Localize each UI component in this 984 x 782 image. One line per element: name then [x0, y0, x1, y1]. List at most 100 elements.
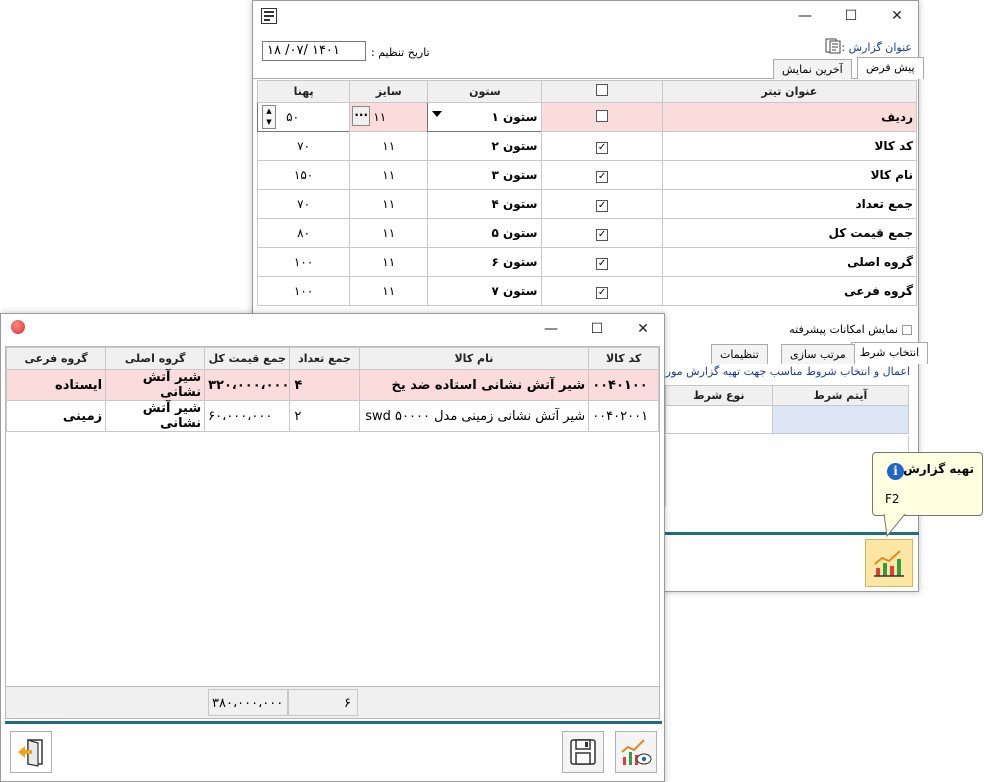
row-caption[interactable]: جمع تعداد [661, 189, 918, 219]
cell-total[interactable]: ۶۰،۰۰۰،۰۰۰ [204, 400, 291, 432]
row-check-cell[interactable]: ✓ [541, 131, 663, 161]
row-width-cell[interactable]: ۵۰ ▲ ▼ [256, 102, 351, 132]
condition-item-cell[interactable] [771, 405, 910, 434]
cell-qty[interactable]: ۲ [289, 400, 360, 432]
header-name[interactable]: نام کالا [358, 347, 590, 370]
row-visible-checkbox[interactable]: ✓ [596, 257, 609, 270]
cell-qty[interactable]: ۴ [289, 369, 360, 401]
tab-last-view[interactable]: آخرین نمایش [773, 59, 852, 79]
row-width-cell[interactable]: ۱۵۰ [256, 160, 351, 190]
cell-code[interactable]: ۰۰۴۰۱۰۰ [588, 369, 659, 401]
header-qty[interactable]: جمع تعداد [289, 347, 360, 370]
advanced-option[interactable]: نمایش امکانات پیشرفته [789, 323, 912, 336]
row-check-cell[interactable]: ✓ [541, 189, 663, 219]
tab-sorting[interactable]: مرتب سازی [781, 344, 855, 364]
row-column-cell[interactable]: ستون ۶ [427, 247, 543, 277]
row-check-cell[interactable]: ✓ [541, 247, 663, 277]
row-size-cell[interactable]: ۱۱ [349, 160, 429, 190]
row-check-cell[interactable]: ✓ [541, 160, 663, 190]
minimize-button[interactable]: — [528, 314, 574, 344]
tab-settings[interactable]: تنظیمات [711, 344, 768, 364]
header-sub-group[interactable]: گروه فرعی [5, 347, 107, 370]
row-size-cell[interactable]: ۱۱ ··· [349, 102, 429, 132]
minimize-button[interactable]: — [782, 1, 828, 31]
row-caption[interactable]: نام کالا [661, 160, 918, 190]
row-visible-checkbox[interactable]: ✓ [596, 170, 609, 183]
maximize-button[interactable]: ☐ [828, 1, 874, 31]
row-caption[interactable]: ردیف [661, 102, 918, 132]
exit-button[interactable] [10, 731, 52, 773]
row-column-cell[interactable]: ستون ۲ [427, 131, 543, 161]
row-visible-checkbox[interactable] [596, 109, 609, 122]
settings-row[interactable]: گروه اصلی ✓ ستون ۶ ۱۱ ۱۰۰ [256, 247, 918, 277]
ellipsis-button[interactable]: ··· [352, 106, 371, 126]
header-main-group[interactable]: گروه اصلی [105, 347, 206, 370]
maximize-button[interactable]: ☐ [574, 314, 620, 344]
row-check-cell[interactable]: ✓ [541, 276, 663, 306]
row-column-cell[interactable]: ستون ۳ [427, 160, 543, 190]
spin-buttons[interactable]: ▲ ▼ [262, 105, 276, 129]
row-caption[interactable]: گروه اصلی [661, 247, 918, 277]
cell-sub-group[interactable]: زمینی [5, 400, 107, 432]
header-code[interactable]: کد کالا [588, 347, 659, 370]
settings-row[interactable]: جمع قیمت کل ✓ ستون ۵ ۱۱ ۸۰ [256, 218, 918, 248]
row-visible-checkbox[interactable]: ✓ [596, 228, 609, 241]
row-width-cell[interactable]: ۱۰۰ [256, 276, 351, 306]
row-column-cell[interactable]: ستون ۷ [427, 276, 543, 306]
tab-default[interactable]: پیش فرض [857, 57, 924, 79]
close-button[interactable]: ✕ [620, 314, 666, 344]
row-visible-checkbox[interactable]: ✓ [596, 141, 609, 154]
row-size-cell[interactable]: ۱۱ [349, 247, 429, 277]
cell-code[interactable]: ۰۰۴۰۲۰۰۱ [588, 400, 659, 432]
row-width-value: ۱۰۰ [293, 255, 314, 269]
row-size-cell[interactable]: ۱۱ [349, 189, 429, 219]
row-size-cell[interactable]: ۱۱ [349, 276, 429, 306]
row-caption[interactable]: کد کالا [661, 131, 918, 161]
row-caption[interactable]: گروه فرعی [661, 276, 918, 306]
settings-row[interactable]: نام کالا ✓ ستون ۳ ۱۱ ۱۵۰ [256, 160, 918, 190]
row-check-cell[interactable]: ✓ [541, 218, 663, 248]
row-width-value: ۷۰ [297, 197, 311, 211]
table-row[interactable]: ۰۰۴۰۲۰۰۱ شیر آتش نشانی زمینی مدل ۵۰۰۰۰ s… [5, 400, 659, 432]
col-width-header: پهنا [256, 80, 351, 103]
cell-sub-group[interactable]: ایستاده [5, 369, 107, 401]
tab-conditions[interactable]: انتخاب شرط [851, 342, 929, 364]
row-size-cell[interactable]: ۱۱ [349, 218, 429, 248]
row-column-cell[interactable]: ستون ۱ [427, 102, 543, 132]
row-column-cell[interactable]: ستون ۵ [427, 218, 543, 248]
settings-row[interactable]: ردیف ستون ۱ ۱۱ ··· ۵۰ ▲ ▼ [256, 102, 918, 132]
cell-total[interactable]: ۳۲۰،۰۰۰،۰۰۰ [204, 369, 291, 401]
chart-icon [874, 550, 904, 577]
exit-icon [18, 739, 43, 767]
row-width-cell[interactable]: ۷۰ [256, 131, 351, 161]
row-check-cell[interactable] [541, 102, 663, 132]
condition-type-cell[interactable] [665, 405, 773, 434]
row-width-cell[interactable]: ۱۰۰ [256, 247, 351, 277]
row-column-value: ستون ۱ [491, 110, 538, 124]
header-total[interactable]: جمع قیمت کل [204, 347, 291, 370]
settings-row[interactable]: کد کالا ✓ ستون ۲ ۱۱ ۷۰ [256, 131, 918, 161]
cell-main-group[interactable]: شیر آتش نشانی [105, 400, 206, 432]
dropdown-arrow-icon[interactable] [432, 111, 443, 117]
chart-preview-button[interactable] [615, 731, 657, 773]
advanced-checkbox[interactable] [902, 324, 912, 335]
cell-main-group[interactable]: شیر آتش نشانی [105, 369, 206, 401]
cell-name[interactable]: شیر آتش نشانی زمینی مدل ۵۰۰۰۰ swd [358, 400, 590, 432]
row-width-cell[interactable]: ۸۰ [256, 218, 351, 248]
date-field[interactable]: ۱۴۰۱ /۰۷/ ۱۸ [262, 41, 366, 61]
row-visible-checkbox[interactable]: ✓ [596, 199, 609, 212]
table-row[interactable]: ۰۰۴۰۱۰۰ شیر آتش نشانی استاده ضد یخ ۴ ۳۲۰… [5, 369, 659, 401]
row-visible-checkbox[interactable]: ✓ [596, 286, 609, 299]
row-size-cell[interactable]: ۱۱ [349, 131, 429, 161]
row-column-cell[interactable]: ستون ۴ [427, 189, 543, 219]
cell-name[interactable]: شیر آتش نشانی استاده ضد یخ [358, 369, 590, 401]
settings-row[interactable]: گروه فرعی ✓ ستون ۷ ۱۱ ۱۰۰ [256, 276, 918, 306]
row-width-cell[interactable]: ۷۰ [256, 189, 351, 219]
select-all-checkbox[interactable] [596, 84, 609, 96]
settings-row[interactable]: جمع تعداد ✓ ستون ۴ ۱۱ ۷۰ [256, 189, 918, 219]
save-button[interactable] [562, 731, 604, 773]
condition-hint: اعمال و انتخاب شروط مناسب جهت تهیه گزارش… [660, 365, 910, 378]
generate-report-button[interactable] [865, 539, 913, 587]
close-button[interactable]: ✕ [874, 1, 920, 31]
row-caption[interactable]: جمع قیمت کل [661, 218, 918, 248]
